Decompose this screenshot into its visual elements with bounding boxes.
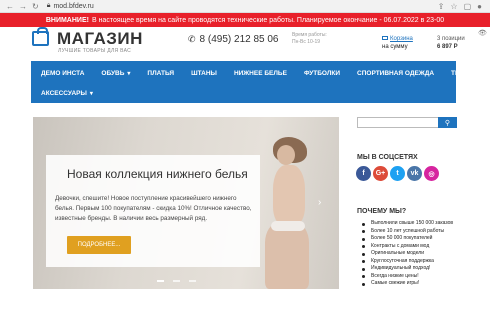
logo-title[interactable]: МАГАЗИН (57, 29, 143, 49)
main-menu: ДЕМО ИНСТА ОБУВЬ ПЛАТЬЯ ШТАНЫ НИЖНЕЕ БЕЛ… (31, 61, 488, 103)
menu-item-accessories[interactable]: АКСЕССУАРЫ (31, 90, 93, 97)
reload-icon[interactable]: ↻ (32, 2, 39, 11)
cart-items: 3 позиции (437, 36, 465, 42)
social-links: f G+ t vk ◎ (356, 166, 439, 181)
lock-icon: 🔒︎ (46, 2, 51, 9)
phone-text: 8 (495) 212 85 06 (199, 34, 279, 45)
slider-next-icon[interactable]: › (318, 197, 321, 208)
menu-item-underwear[interactable]: НИЖНЕЕ БЕЛЬЕ (224, 70, 287, 77)
slider-dot[interactable] (173, 280, 180, 282)
list-item: Самые свежие игры! (361, 280, 471, 288)
search-button[interactable]: ⚲ (438, 117, 457, 128)
slide-text: Девочки, спешите! Новое поступление крас… (55, 195, 252, 222)
slide-title: Новая коллекция нижнего белья (67, 167, 248, 181)
social-title: МЫ В СОЦСЕТЯХ (357, 154, 418, 161)
more-button[interactable]: ПОДРОБНЕЕ... (67, 236, 131, 254)
address-text: mod.bfdev.ru (53, 2, 94, 10)
back-icon[interactable]: ← (6, 2, 14, 11)
address-bar[interactable]: 🔒︎ mod.bfdev.ru (47, 2, 438, 10)
menu-row-1: ДЕМО ИНСТА ОБУВЬ ПЛАТЬЯ ШТАНЫ НИЖНЕЕ БЕЛ… (31, 63, 490, 83)
cart-totals: 3 позиции 6 897 Р (437, 35, 465, 51)
list-item: Более 10 лет успешной работы (361, 228, 471, 236)
slider-dot[interactable] (157, 280, 164, 282)
list-item: Всегда низкие цены! (361, 273, 471, 281)
list-item: Круглосуточная поддержка (361, 258, 471, 266)
cart-icon (382, 36, 388, 40)
hours-value: Пн-Вс 10-19 (292, 39, 321, 45)
facebook-icon[interactable]: f (356, 166, 371, 181)
twitter-icon[interactable]: t (390, 166, 405, 181)
menu-item-pants[interactable]: ШТАНЫ (181, 70, 217, 77)
why-us-list: Выполнили свыше 150 000 заказов Более 10… (361, 220, 471, 288)
slider-dot[interactable] (189, 280, 196, 282)
menu-row-2: АКСЕССУАРЫ (31, 83, 100, 103)
menu-item-tshirts[interactable]: ФУТБОЛКИ (294, 70, 340, 77)
menu-item-sportswear[interactable]: СПОРТИВНАЯ ОДЕЖДА (347, 70, 434, 77)
why-us-title: ПОЧЕМУ МЫ? (357, 208, 407, 215)
list-item: Контракты с домами мод (361, 243, 471, 251)
alert-label: ВНИМАНИЕ! (45, 16, 89, 24)
phone-number[interactable]: ✆ 8 (495) 212 85 06 (188, 34, 279, 45)
cart-widget[interactable]: Корзина на сумму (382, 35, 413, 51)
profile-icon[interactable]: ● (477, 2, 482, 11)
google-plus-icon[interactable]: G+ (373, 166, 388, 181)
menu-item-dresses[interactable]: ПЛАТЬЯ (137, 70, 174, 77)
slide-caption: Новая коллекция нижнего белья Девочки, с… (46, 155, 260, 267)
menu-item-shoes[interactable]: ОБУВЬ (91, 70, 130, 77)
cart-total: 6 897 Р (437, 44, 458, 50)
maintenance-alert: ВНИМАНИЕ! В настоящее время на сайте про… (0, 13, 490, 27)
cart-link[interactable]: Корзина (390, 36, 413, 42)
list-item: Индивидуальный подход! (361, 265, 471, 273)
list-item: Оригинальные модели (361, 250, 471, 258)
menu-item-test[interactable]: ТЕСТОВЫЙ (441, 70, 488, 77)
shopping-bag-icon[interactable] (32, 27, 49, 46)
forward-icon[interactable]: → (19, 2, 27, 11)
bookmark-star-icon[interactable]: ☆ (450, 2, 457, 11)
share-icon[interactable]: ⇪ (438, 2, 445, 11)
menu-item-demo-insta[interactable]: ДЕМО ИНСТА (31, 70, 84, 77)
site-header: МАГАЗИН ЛУЧШИЕ ТОВАРЫ ДЛЯ ВАС ✆ 8 (495) … (0, 27, 490, 61)
alert-text: В настоящее время на сайте проводятся те… (91, 16, 445, 24)
hours-label: Время работы: (292, 32, 327, 38)
search-icon: ⚲ (444, 119, 451, 127)
vkontakte-icon[interactable]: vk (407, 166, 422, 181)
extensions-icon[interactable]: ▢ (464, 2, 472, 11)
browser-toolbar: ← → ↻ 🔒︎ mod.bfdev.ru ⇪ ☆ ▢ ● (0, 0, 490, 13)
phone-icon: ✆ (188, 34, 196, 44)
eye-icon[interactable]: 👁︎ (478, 29, 487, 37)
cart-summary-prefix: на сумму (382, 44, 408, 50)
working-hours: Время работы: Пн-Вс 10-19 (292, 32, 327, 46)
model-photo (255, 123, 335, 289)
instagram-icon[interactable]: ◎ (424, 166, 439, 181)
list-item: Выполнили свыше 150 000 заказов (361, 220, 471, 228)
logo-subtitle: ЛУЧШИЕ ТОВАРЫ ДЛЯ ВАС (58, 48, 132, 54)
slider-dots (157, 280, 196, 282)
list-item: Более 50 000 покупателей (361, 235, 471, 243)
